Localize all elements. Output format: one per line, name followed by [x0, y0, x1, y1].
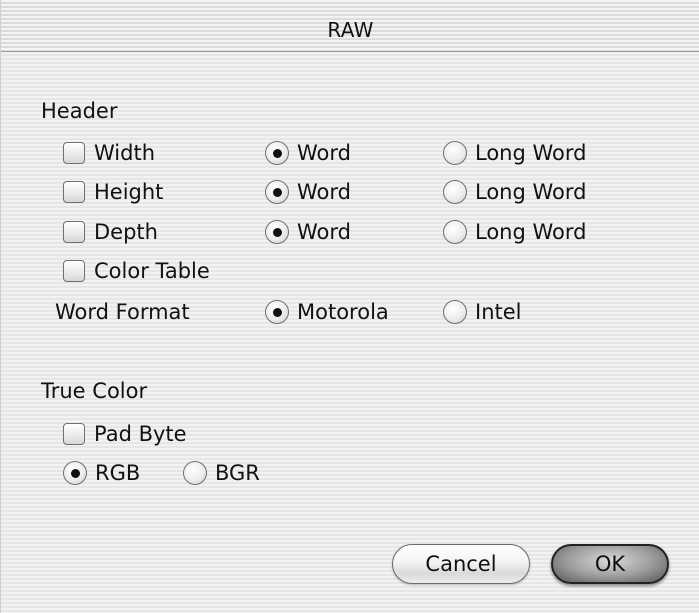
width-checkbox[interactable]: Width	[63, 141, 155, 165]
intel-radio-label: Intel	[475, 300, 522, 324]
width-word-radio[interactable]: Word	[265, 141, 351, 165]
width-checkbox-box[interactable]	[63, 142, 85, 164]
title-bar[interactable]: RAW	[1, 0, 699, 52]
height-long-word-radio-label: Long Word	[475, 180, 587, 204]
color-table-checkbox-label: Color Table	[94, 259, 210, 283]
motorola-radio-label: Motorola	[297, 300, 389, 324]
pad-byte-checkbox[interactable]: Pad Byte	[63, 422, 187, 446]
height-long-word-radio-button[interactable]	[443, 180, 467, 204]
intel-radio[interactable]: Intel	[443, 300, 522, 324]
width-word-radio-button[interactable]	[265, 141, 289, 165]
raw-dialog: RAW Header Width Word Long Word Height W…	[0, 0, 699, 613]
height-word-radio[interactable]: Word	[265, 180, 351, 204]
depth-checkbox-box[interactable]	[63, 221, 85, 243]
cancel-button[interactable]: Cancel	[392, 544, 530, 584]
bgr-radio-button[interactable]	[183, 461, 207, 485]
color-table-checkbox[interactable]: Color Table	[63, 259, 210, 283]
depth-long-word-radio[interactable]: Long Word	[443, 220, 586, 244]
depth-word-radio-button[interactable]	[265, 220, 289, 244]
height-checkbox[interactable]: Height	[63, 180, 163, 204]
color-table-checkbox-box[interactable]	[63, 260, 85, 282]
width-word-radio-label: Word	[297, 141, 351, 165]
rgb-radio[interactable]: RGB	[63, 461, 140, 485]
depth-checkbox[interactable]: Depth	[63, 220, 158, 244]
motorola-radio-button[interactable]	[265, 300, 289, 324]
bgr-radio-label: BGR	[215, 461, 260, 485]
width-long-word-radio-button[interactable]	[443, 141, 467, 165]
depth-long-word-radio-label: Long Word	[475, 220, 587, 244]
height-word-radio-label: Word	[297, 180, 351, 204]
pad-byte-checkbox-label: Pad Byte	[94, 422, 187, 446]
depth-word-radio[interactable]: Word	[265, 220, 351, 244]
rgb-radio-button[interactable]	[63, 461, 87, 485]
motorola-radio[interactable]: Motorola	[265, 300, 389, 324]
width-long-word-radio-label: Long Word	[475, 141, 587, 165]
depth-long-word-radio-button[interactable]	[443, 220, 467, 244]
width-long-word-radio[interactable]: Long Word	[443, 141, 586, 165]
pad-byte-checkbox-box[interactable]	[63, 423, 85, 445]
height-long-word-radio[interactable]: Long Word	[443, 180, 586, 204]
true-color-section-label: True Color	[41, 379, 148, 403]
ok-button[interactable]: OK	[551, 544, 669, 584]
cancel-button-label: Cancel	[425, 552, 497, 576]
depth-word-radio-label: Word	[297, 220, 351, 244]
ok-button-label: OK	[594, 552, 626, 576]
height-word-radio-button[interactable]	[265, 180, 289, 204]
window-title: RAW	[327, 18, 374, 42]
height-checkbox-box[interactable]	[63, 181, 85, 203]
height-checkbox-label: Height	[94, 180, 164, 204]
rgb-radio-label: RGB	[95, 461, 141, 485]
bgr-radio[interactable]: BGR	[183, 461, 260, 485]
header-section-label: Header	[41, 99, 118, 123]
word-format-label: Word Format	[55, 300, 190, 324]
intel-radio-button[interactable]	[443, 300, 467, 324]
depth-checkbox-label: Depth	[94, 220, 158, 244]
width-checkbox-label: Width	[94, 141, 156, 165]
